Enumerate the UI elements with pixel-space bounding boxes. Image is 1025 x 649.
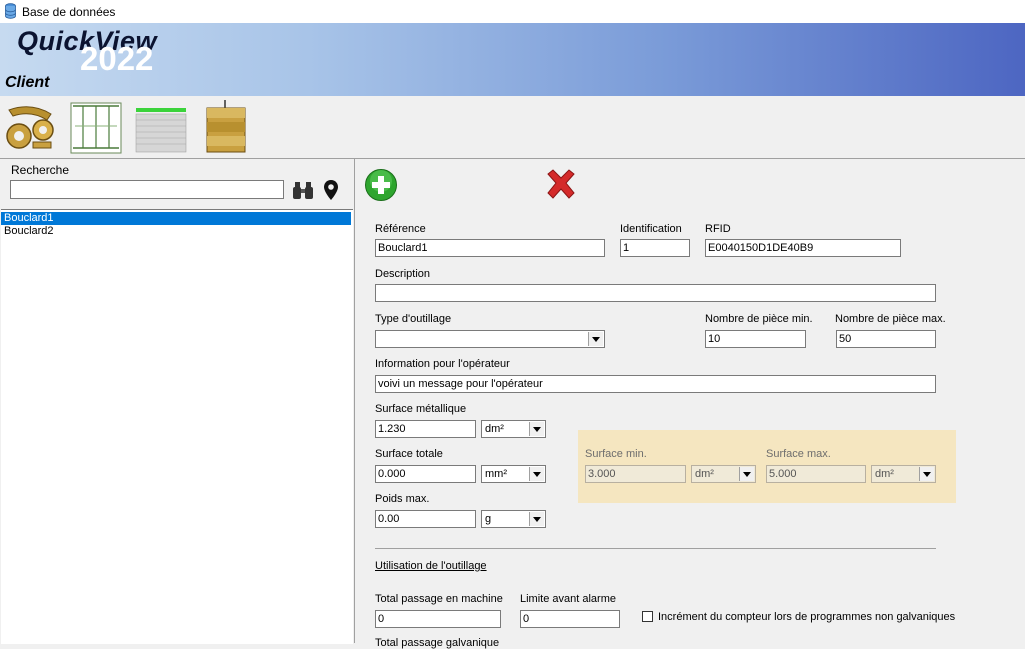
tooling-parts-icon[interactable] <box>3 100 59 154</box>
list-item[interactable]: Bouclard1 <box>1 212 351 225</box>
rfid-input[interactable]: E0040150D1DE40B9 <box>705 239 901 257</box>
max-weight-label: Poids max. <box>375 493 430 505</box>
usage-section-title: Utilisation de l'outillage <box>375 560 487 572</box>
chevron-down-icon[interactable] <box>919 467 934 481</box>
chevron-down-icon[interactable] <box>588 332 603 346</box>
brand-year: 2022 <box>80 40 154 77</box>
total-surface-label: Surface totale <box>375 448 443 460</box>
identification-input[interactable]: 1 <box>620 239 690 257</box>
search-input[interactable] <box>10 180 284 199</box>
app-banner: QuickView 2022 Client <box>0 23 1025 96</box>
description-label: Description <box>375 268 431 280</box>
search-label: Recherche <box>11 163 70 177</box>
max-pieces-label: Nombre de pièce max. <box>835 313 946 325</box>
surface-max-unit: dm² <box>875 468 894 480</box>
rfid-label: RFID <box>705 223 731 235</box>
max-weight-input[interactable]: 0.00 <box>375 510 476 528</box>
program-list-icon[interactable] <box>135 100 187 154</box>
operator-info-input[interactable]: voivi un message pour l'opérateur <box>375 375 936 393</box>
tooling-list[interactable]: Bouclard1 Bouclard2 <box>1 209 353 644</box>
min-pieces-input[interactable]: 10 <box>705 330 806 348</box>
chevron-down-icon[interactable] <box>739 467 754 481</box>
increment-checkbox-label: Incrément du compteur lors de programmes… <box>658 611 956 623</box>
identification-label: Identification <box>620 223 682 235</box>
surface-max-input[interactable]: 5.000 <box>766 465 866 483</box>
reference-input[interactable]: Bouclard1 <box>375 239 605 257</box>
window-title: Base de données <box>22 5 116 19</box>
description-input[interactable] <box>375 284 936 302</box>
total-surface-unit: mm² <box>485 468 507 480</box>
metal-surface-unit: dm² <box>485 423 504 435</box>
metal-surface-unit-select[interactable]: dm² <box>481 420 546 438</box>
surface-range-panel: Surface min. 3.000 dm² Surface max. 5.00… <box>578 430 956 503</box>
chevron-down-icon[interactable] <box>529 512 544 526</box>
surface-min-unit: dm² <box>695 468 714 480</box>
module-title: Client <box>5 74 50 91</box>
section-divider <box>375 548 936 549</box>
metal-surface-input[interactable]: 1.230 <box>375 420 476 438</box>
left-panel: Recherche Bouclard1 Bouclard2 <box>0 159 355 644</box>
total-surface-unit-select[interactable]: mm² <box>481 465 546 483</box>
chevron-down-icon[interactable] <box>529 422 544 436</box>
increment-checkbox[interactable] <box>642 611 653 622</box>
surface-min-input[interactable]: 3.000 <box>585 465 686 483</box>
total-machine-input[interactable]: 0 <box>375 610 501 628</box>
reference-label: Référence <box>375 223 426 235</box>
toolbar <box>0 96 1025 158</box>
surface-min-unit-select[interactable]: dm² <box>691 465 756 483</box>
database-icon <box>5 3 16 19</box>
total-galvanic-label: Total passage galvanique <box>375 637 500 649</box>
max-pieces-input[interactable]: 50 <box>836 330 936 348</box>
min-pieces-label: Nombre de pièce min. <box>705 313 813 325</box>
detail-panel: Référence Bouclard1 Identification 1 RFI… <box>355 159 1025 649</box>
rack-icon[interactable] <box>70 100 122 154</box>
surface-min-label: Surface min. <box>585 448 647 460</box>
goods-stack-icon[interactable] <box>203 100 249 154</box>
alarm-limit-input[interactable]: 0 <box>520 610 620 628</box>
chevron-down-icon[interactable] <box>529 467 544 481</box>
delete-icon[interactable] <box>545 169 577 199</box>
metal-surface-label: Surface métallique <box>375 403 467 415</box>
surface-max-label: Surface max. <box>766 448 831 460</box>
list-item[interactable]: Bouclard2 <box>1 225 351 238</box>
operator-info-label: Information pour l'opérateur <box>375 358 510 370</box>
tool-type-select[interactable] <box>375 330 605 348</box>
surface-max-unit-select[interactable]: dm² <box>871 465 936 483</box>
tool-type-label: Type d'outillage <box>375 313 452 325</box>
max-weight-unit: g <box>485 513 492 525</box>
alarm-limit-label: Limite avant alarme <box>520 593 616 605</box>
total-machine-label: Total passage en machine <box>375 593 503 605</box>
add-icon[interactable] <box>364 168 398 202</box>
total-surface-input[interactable]: 0.000 <box>375 465 476 483</box>
binoculars-icon[interactable] <box>293 180 313 200</box>
location-pin-icon[interactable] <box>323 179 339 201</box>
max-weight-unit-select[interactable]: g <box>481 510 546 528</box>
window-titlebar: Base de données <box>0 0 1025 23</box>
